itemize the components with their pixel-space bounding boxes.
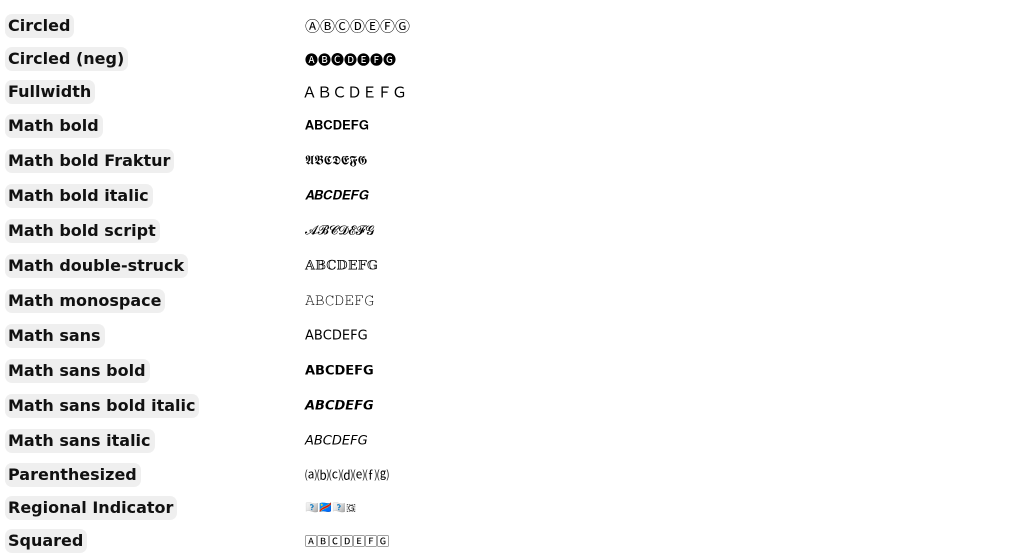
list-item-math-monospace: Math monospace 𝙰𝙱𝙲𝙳𝙴𝙵𝙶 [0,286,1029,316]
list-item-math-sans-bold: Math sans bold 𝗔𝗕𝗖𝗗𝗘𝗙𝗚 [0,356,1029,386]
style-label: Math sans italic [5,429,155,453]
list-item-math-bold-script: Math bold script 𝓐𝓑𝓒𝓓𝓔𝓕𝓖 [0,216,1029,246]
style-label: Math sans bold [5,359,150,383]
style-sample: 𝓐𝓑𝓒𝓓𝓔𝓕𝓖 [305,223,375,239]
list-item-math-sans-italic: Math sans italic 𝘈𝘉𝘊𝘋𝘌𝘍𝘎 [0,426,1029,456]
list-item-math-sans: Math sans 𝖠𝖡𝖢𝖣𝖤𝖥𝖦 [0,321,1029,351]
style-sample: 🄰🄱🄲🄳🄴🄵🄶 [305,534,390,549]
list-item-fullwidth: Fullwidth ＡＢＣＤＥＦＧ [0,77,1029,107]
style-label: Squared [5,529,88,553]
list-item-squared: Squared 🄰🄱🄲🄳🄴🄵🄶 [0,526,1029,556]
list-item-math-double-struck: Math double-struck 𝔸𝔹ℂ𝔻𝔼𝔽𝔾 [0,251,1029,281]
style-label: Circled (neg) [5,47,129,71]
list-item-math-sans-bold-italic: Math sans bold italic 𝘼𝘽𝘾𝘿𝙀𝙁𝙂 [0,391,1029,421]
style-label: Circled [5,14,75,38]
style-sample: 𝖠𝖡𝖢𝖣𝖤𝖥𝖦 [305,328,368,344]
style-sample: 🇦🇧🇨🇩🇪🇫🇬 [305,501,356,514]
style-sample: ⒶⒷⒸⒹⒺⒻⒼ [305,17,411,36]
style-label: Math bold [5,114,103,138]
style-label: Regional Indicator [5,496,178,520]
style-sample: ＡＢＣＤＥＦＧ [302,83,408,102]
style-label: Fullwidth [5,80,96,104]
list-item-math-bold-fraktur: Math bold Fraktur 𝕬𝕭𝕮𝕯𝕰𝕱𝕲 [0,146,1029,176]
style-label: Math bold italic [5,184,153,208]
style-sample: 𝙰𝙱𝙲𝙳𝙴𝙵𝙶 [305,293,375,309]
style-sample: 🅐🅑🅒🅓🅔🅕🅖 [305,53,397,69]
style-label: Math bold Fraktur [5,149,175,173]
list-item-parenthesized: Parenthesized ⒜⒝⒞⒟⒠⒡⒢ [0,460,1029,490]
style-label: Math double-struck [5,254,189,278]
list-item-math-bold: Math bold 𝐀𝐁𝐂𝐃𝐄𝐅𝐆 [0,111,1029,141]
style-label: Parenthesized [5,463,141,487]
style-sample: 𝕬𝕭𝕮𝕯𝕰𝕱𝕲 [305,153,368,169]
list-item-circled: Circled ⒶⒷⒸⒹⒺⒻⒼ [0,11,1029,41]
list-item-circled-neg: Circled (neg) 🅐🅑🅒🅓🅔🅕🅖 [0,44,1029,74]
style-sample: 𝐀𝐁𝐂𝐃𝐄𝐅𝐆 [305,118,369,134]
style-sample: 𝘈𝘉𝘊𝘋𝘌𝘍𝘎 [305,433,368,449]
style-label: Math monospace [5,289,166,313]
style-sample: 𝔸𝔹ℂ𝔻𝔼𝔽𝔾 [305,258,378,274]
style-label: Math sans bold italic [5,394,200,418]
list-item-regional-indicator: Regional Indicator 🇦🇧🇨🇩🇪🇫🇬 [0,493,1029,523]
list-item-math-bold-italic: Math bold italic 𝑨𝑩𝑪𝑫𝑬𝑭𝑮 [0,181,1029,211]
style-sample: 𝗔𝗕𝗖𝗗𝗘𝗙𝗚 [305,363,374,379]
style-label: Math bold script [5,219,160,243]
style-sample: ⒜⒝⒞⒟⒠⒡⒢ [305,468,390,483]
style-sample: 𝑨𝑩𝑪𝑫𝑬𝑭𝑮 [305,188,369,204]
style-label: Math sans [5,324,105,348]
style-sample: 𝘼𝘽𝘾𝘿𝙀𝙁𝙂 [305,398,374,414]
